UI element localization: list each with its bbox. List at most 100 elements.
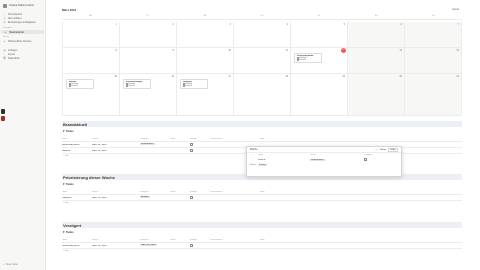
column-header[interactable]: Verantwortlich xyxy=(210,239,260,241)
tasks-view-toggle[interactable]: ▾ Tasks xyxy=(63,182,74,186)
calendar-day-number: 21 xyxy=(456,75,459,78)
row-category: Wöchentlich xyxy=(140,143,170,146)
share-button[interactable]: Teilen xyxy=(387,147,398,152)
column-header[interactable]: Notiz xyxy=(260,239,462,241)
calendar-day-number: 6 xyxy=(400,23,402,26)
open-link[interactable]: Öffnen xyxy=(380,149,387,151)
calendar-day-cell[interactable]: 5 xyxy=(291,22,348,48)
workspace-avatar xyxy=(3,3,7,8)
column-header[interactable]: Name xyxy=(62,239,92,241)
new-page-button[interactable]: + Neue Seite xyxy=(3,263,18,266)
row-done xyxy=(190,243,210,248)
calendar-day-cell[interactable]: 11 xyxy=(234,48,291,74)
checkbox[interactable] xyxy=(364,158,367,161)
workspace-switcher[interactable]: Unsere Notion Lizenz xyxy=(3,2,43,9)
new-row-button[interactable]: + Neu xyxy=(62,249,462,254)
event-property-value: Einkauf xyxy=(71,85,78,87)
column-header[interactable]: Erledigt xyxy=(190,138,210,140)
calendar-day-cell[interactable]: 9 xyxy=(120,48,177,74)
calendar-day-cell[interactable]: 20 xyxy=(348,74,405,116)
checkbox[interactable] xyxy=(190,142,193,146)
calendar-day-cell[interactable]: 12 Geburtstag Anna Erledigt Einkauf xyxy=(291,48,348,74)
column-header[interactable]: Verantwortlich xyxy=(210,138,260,140)
sidebar-item-label: Alle Updates xyxy=(8,16,22,20)
more-icon[interactable]: ⋯ xyxy=(375,148,377,151)
column-header[interactable]: Name xyxy=(62,138,92,140)
column-header[interactable]: Erledigt xyxy=(190,239,210,241)
column-header[interactable]: Kategorie xyxy=(140,138,170,140)
row-done xyxy=(190,148,210,153)
sidebar-item-label: Einstellungen & Mitglieder xyxy=(8,20,36,24)
checkbox-icon xyxy=(296,59,299,61)
calendar-day-cell[interactable]: 21 xyxy=(405,74,462,116)
calendar-day-cell[interactable]: 8 xyxy=(63,48,120,74)
row-date: März 12, 2021 xyxy=(92,244,107,247)
sidebar-item-active-page[interactable]: ▸ Haushaltsplan xyxy=(1,30,44,35)
checkbox[interactable] xyxy=(190,195,193,199)
sidebar-item-settings[interactable]: ⚙ Einstellungen & Mitglieder xyxy=(0,20,45,24)
popup-col-week: Woche xyxy=(310,154,317,156)
row-category: März 12, 2021 xyxy=(140,244,170,247)
column-header[interactable]: Status xyxy=(170,191,190,193)
linked-db-popup: Woche ⋯ Öffnen Teilen ⠿ Name Woche Kateg… xyxy=(246,146,402,177)
popup-col-category: Kategorie xyxy=(364,154,373,156)
row-name: Geburtstag Anna xyxy=(62,143,80,146)
column-header[interactable]: Datum xyxy=(92,138,140,140)
category-tag: März 12, 2021 xyxy=(140,244,157,246)
calendar-day-cell[interactable]: 14 xyxy=(405,48,462,74)
calendar-event-card[interactable]: Wäsche Erledigt Einkauf xyxy=(66,79,94,89)
tasks-view-toggle[interactable]: ▾ Tasks xyxy=(63,230,74,234)
sidebar-item-label: Import xyxy=(8,52,15,56)
column-header[interactable]: Kategorie xyxy=(140,239,170,241)
calendar-day-cell[interactable]: 18 xyxy=(234,74,291,116)
calendar-event-card[interactable]: Müll rausbringen Erledigt Einkauf xyxy=(123,79,151,89)
tasks-label: Tasks xyxy=(65,129,74,133)
checkbox[interactable] xyxy=(190,243,193,247)
calendar-day-cell[interactable]: 7 xyxy=(405,22,462,48)
row-category: Einkauf xyxy=(140,196,170,199)
calendar-day-number: 12 xyxy=(341,48,346,53)
popup-sub-tag: Erledigt xyxy=(257,164,267,166)
calendar-day-cell[interactable]: 19 xyxy=(291,74,348,116)
dark-badge-icon[interactable] xyxy=(1,109,5,114)
row-name: Wäsche xyxy=(62,149,71,152)
calendar-day-cell[interactable]: 17 Hausputz Erledigt Einkauf xyxy=(177,74,234,116)
calendar-event-card[interactable]: Hausputz Erledigt Einkauf xyxy=(180,79,208,89)
page-icon: ▸ xyxy=(3,40,6,44)
column-header[interactable]: Datum xyxy=(92,239,140,241)
column-header[interactable]: Verantwortlich xyxy=(210,191,260,193)
calendar-day-cell[interactable]: 2 xyxy=(120,22,177,48)
calendar-day-cell[interactable]: 3 xyxy=(177,22,234,48)
sidebar-item-trash[interactable]: 🗑 Papierkorb xyxy=(0,56,45,60)
calendar-day-cell[interactable]: 15 Wäsche Erledigt Einkauf xyxy=(63,74,120,116)
column-header[interactable]: Name xyxy=(62,191,92,193)
calendar-day-cell[interactable]: 6 xyxy=(348,22,405,48)
column-header[interactable]: Notiz xyxy=(260,191,462,193)
section-header-brandaktuell: Brandaktuell xyxy=(62,121,462,127)
calendar-day-cell[interactable]: 1 xyxy=(63,22,120,48)
checkbox[interactable] xyxy=(190,148,193,152)
column-header[interactable]: Kategorie xyxy=(140,191,170,193)
column-header[interactable]: Notiz xyxy=(260,138,462,140)
calendar-day-cell[interactable]: 4 xyxy=(234,22,291,48)
calendar-event-card[interactable]: Geburtstag Anna Erledigt Einkauf xyxy=(294,53,322,63)
table-verzoegert: Name Datum Kategorie Status Erledigt Verantwo… xyxy=(62,237,462,254)
column-header[interactable]: Datum xyxy=(92,191,140,193)
today-button[interactable]: Heute xyxy=(452,8,459,11)
row-done xyxy=(190,195,210,200)
column-header[interactable]: Status xyxy=(170,239,190,241)
red-badge-icon[interactable] xyxy=(1,116,5,121)
calendar-day-number: 2 xyxy=(172,23,174,26)
calendar-day-cell[interactable]: 13 xyxy=(348,48,405,74)
trash-icon: 🗑 xyxy=(3,56,7,60)
calendar-day-cell[interactable]: 10 xyxy=(177,48,234,74)
row-name: Hausputz xyxy=(62,196,72,199)
tasks-view-toggle[interactable]: ▾ Tasks xyxy=(63,129,74,133)
calendar-day-cell[interactable]: 16 Müll rausbringen Erledigt Einkauf xyxy=(120,74,177,116)
calendar-day-number: 5 xyxy=(343,23,345,26)
checkbox-icon xyxy=(68,85,71,87)
column-header[interactable]: Erledigt xyxy=(190,191,210,193)
new-row-button[interactable]: + Neu xyxy=(62,201,462,206)
column-header[interactable]: Status xyxy=(170,138,190,140)
sidebar-item-label: Schnellsuche xyxy=(8,12,23,16)
